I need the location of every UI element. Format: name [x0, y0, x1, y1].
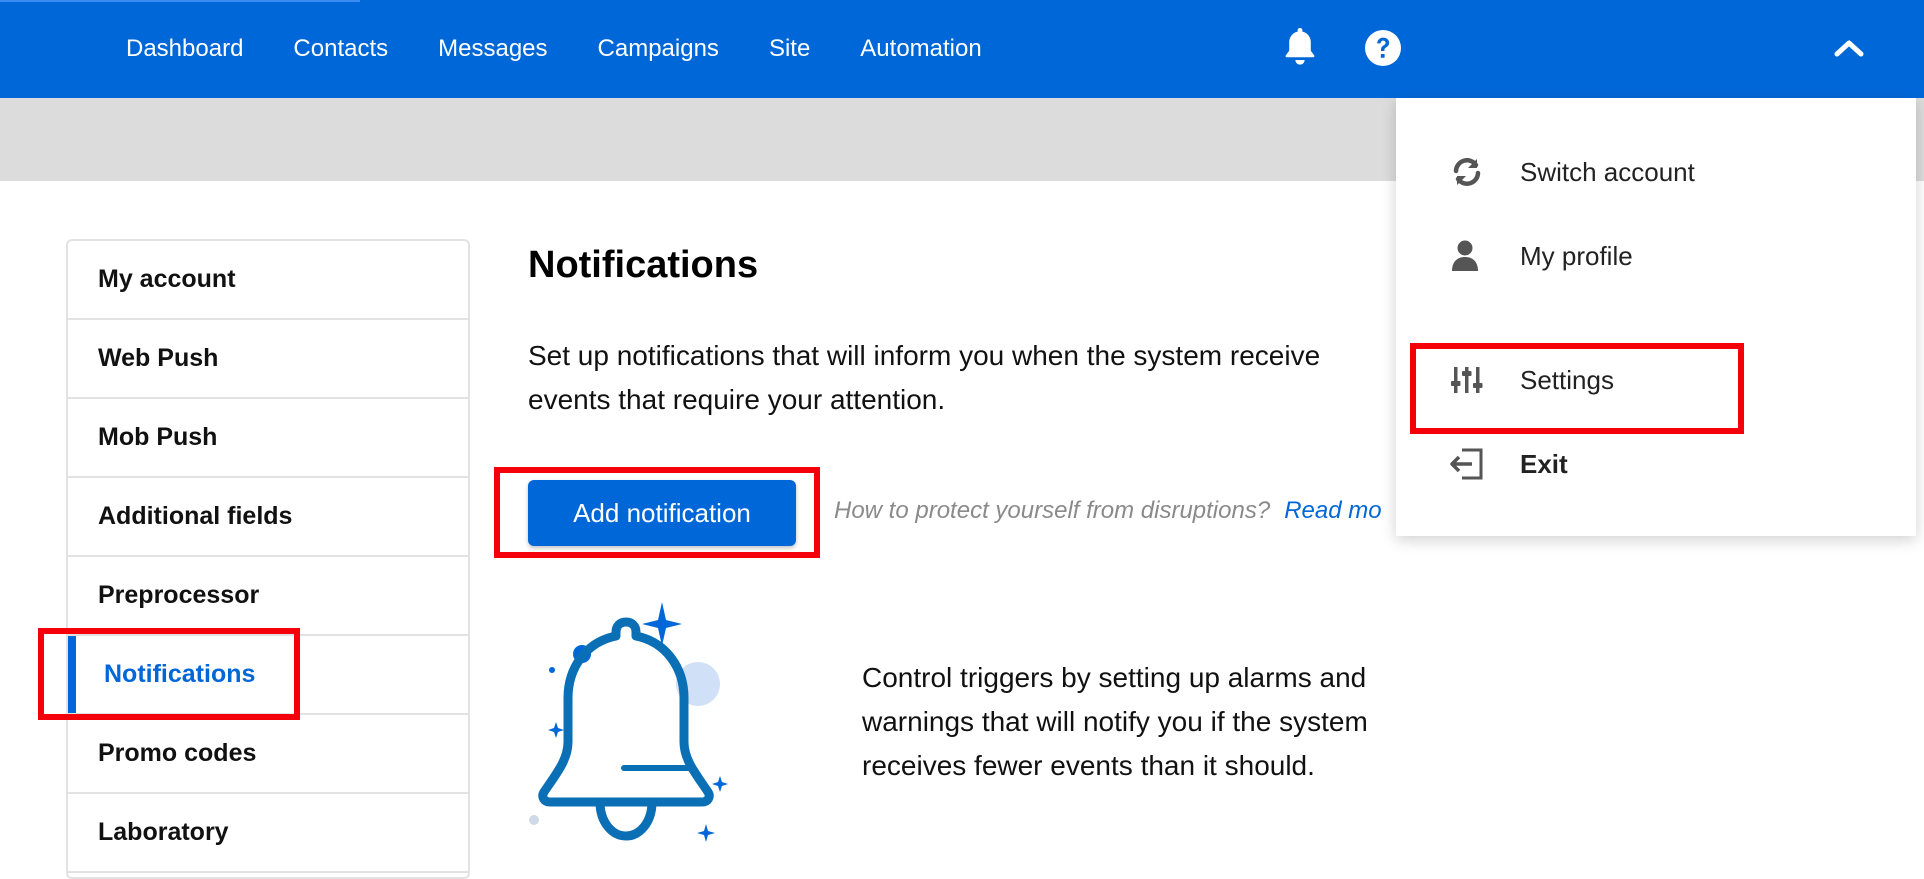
top-navbar: Dashboard Contacts Messages Campaigns Si…	[0, 0, 1924, 98]
question-circle-icon[interactable]	[1364, 29, 1402, 67]
refresh-icon	[1453, 158, 1481, 186]
page-title: Notifications	[528, 244, 759, 286]
bell-illustration	[529, 602, 728, 842]
sidebar-item-preprocessor[interactable]: Preprocessor	[68, 557, 468, 636]
nav-item-messages[interactable]: Messages	[438, 35, 547, 63]
sidebar-item-promo-codes[interactable]: Promo codes	[68, 715, 468, 794]
sidebar-item-web-push[interactable]: Web Push	[68, 320, 468, 399]
chevron-up-icon[interactable]	[1834, 38, 1864, 58]
account-dropdown: Switch account My profile Settings Exit	[1396, 98, 1916, 536]
sidebar-item-label: Laboratory	[98, 818, 229, 846]
menu-item-label: My profile	[1520, 240, 1633, 271]
nav-item-contacts[interactable]: Contacts	[293, 35, 388, 63]
control-triggers-text: Control triggers by setting up alarms an…	[862, 662, 1368, 781]
nav-item-campaigns[interactable]: Campaigns	[598, 35, 719, 63]
sidebar-item-label: Additional fields	[98, 502, 293, 530]
menu-item-my-profile[interactable]: My profile	[1396, 226, 1916, 286]
menu-item-label: Switch account	[1520, 156, 1695, 187]
help-question: How to protect yourself from disruptions…	[834, 497, 1271, 524]
sidebar-item-label: Mob Push	[98, 423, 218, 451]
menu-item-exit[interactable]: Exit	[1396, 434, 1916, 494]
sidebar-item-label: Preprocessor	[98, 581, 260, 609]
sidebar-item-my-account[interactable]: My account	[68, 241, 468, 320]
nav-item-site[interactable]: Site	[769, 35, 810, 63]
read-more-link[interactable]: Read mo	[1284, 497, 1381, 524]
highlight-box-notifications	[38, 628, 300, 720]
intro-text: Set up notifications that will inform yo…	[528, 340, 1321, 415]
bell-icon[interactable]	[1282, 26, 1318, 66]
highlight-box-settings	[1410, 343, 1744, 434]
menu-item-label: Exit	[1520, 448, 1568, 479]
settings-sidebar: My account Web Push Mob Push Additional …	[66, 239, 470, 879]
main-nav: Dashboard Contacts Messages Campaigns Si…	[126, 0, 1032, 98]
help-hint: How to protect yourself from disruptions…	[834, 497, 1382, 525]
sidebar-item-label: Promo codes	[98, 739, 257, 767]
sidebar-item-mob-push[interactable]: Mob Push	[68, 399, 468, 478]
sidebar-item-additional-fields[interactable]: Additional fields	[68, 478, 468, 557]
menu-item-switch-account[interactable]: Switch account	[1396, 142, 1916, 202]
sidebar-item-label: Web Push	[98, 344, 219, 372]
sidebar-item-label: My account	[98, 265, 236, 293]
highlight-box-add-notification	[494, 467, 820, 558]
sign-out-icon	[1450, 448, 1483, 480]
user-icon	[1452, 240, 1478, 271]
nav-item-automation[interactable]: Automation	[860, 35, 981, 63]
sidebar-item-laboratory[interactable]: Laboratory	[68, 794, 468, 873]
nav-item-dashboard[interactable]: Dashboard	[126, 35, 243, 63]
